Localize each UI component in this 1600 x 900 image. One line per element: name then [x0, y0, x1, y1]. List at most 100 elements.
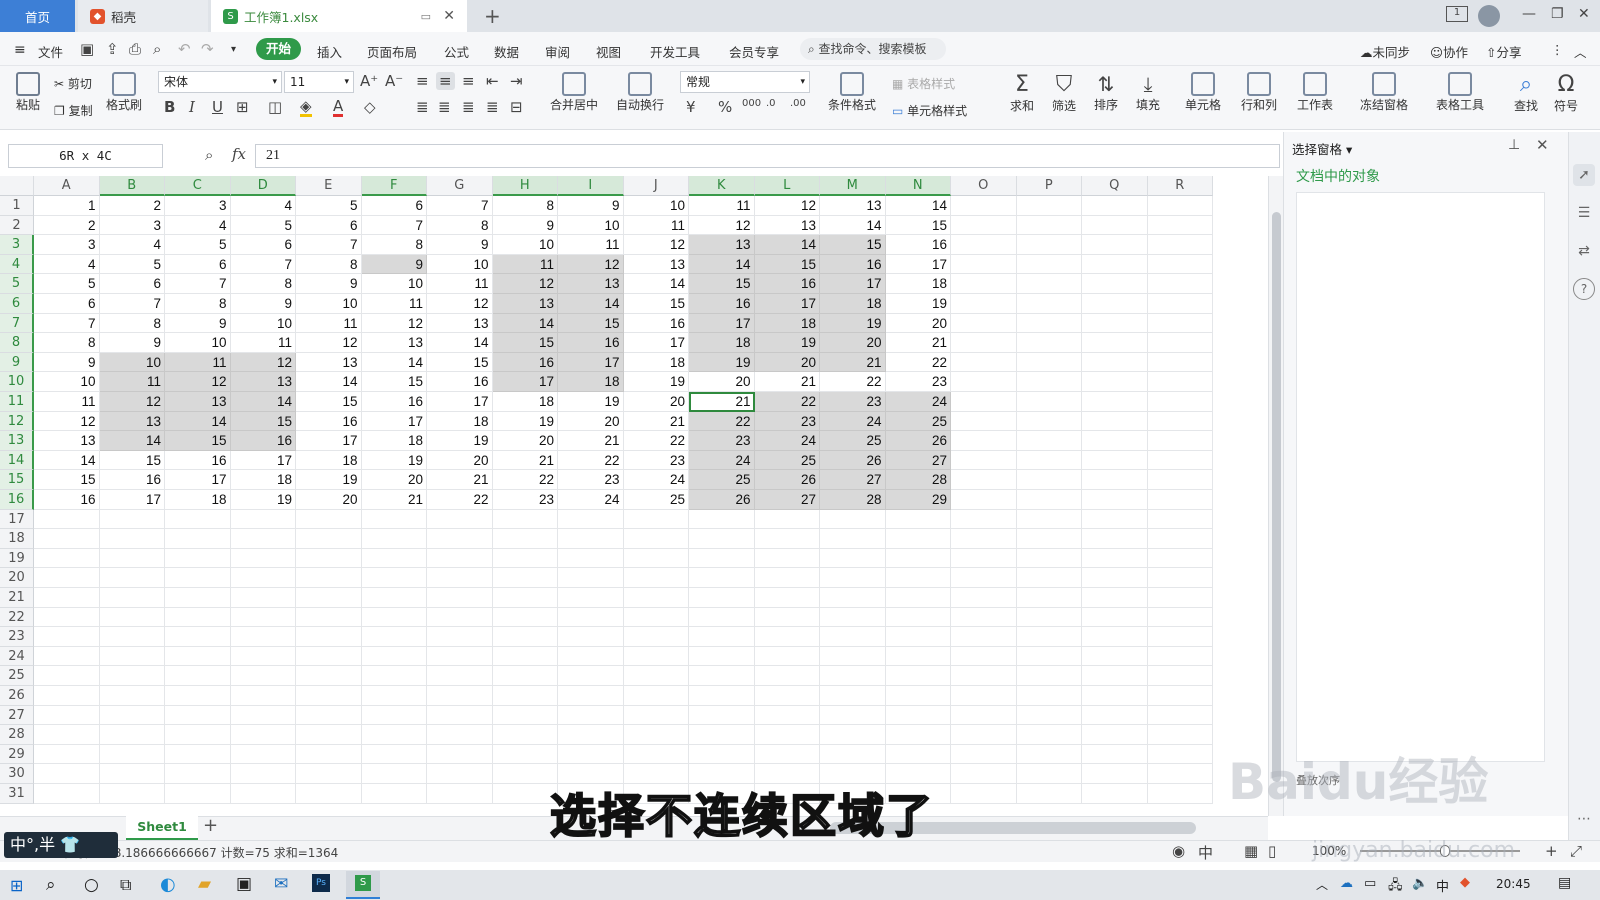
file-explorer-icon[interactable]: ▰ [198, 874, 211, 894]
cell[interactable] [296, 588, 362, 608]
cell[interactable]: 25 [885, 411, 951, 432]
cell[interactable] [1147, 470, 1213, 490]
column-header[interactable]: H [492, 176, 558, 196]
cell[interactable] [558, 548, 624, 569]
formula-input[interactable]: 21 [255, 144, 1280, 168]
minimize-icon[interactable]: — [1522, 6, 1536, 22]
cell[interactable]: 16 [623, 313, 689, 334]
cell[interactable]: 12 [99, 392, 165, 412]
cell[interactable] [754, 686, 820, 706]
align-top-icon[interactable]: ≡ [416, 72, 429, 90]
redo-icon[interactable]: ↷ [201, 40, 214, 58]
cell[interactable] [99, 627, 165, 647]
cell[interactable] [230, 705, 296, 726]
cell[interactable] [427, 646, 493, 667]
cell[interactable] [951, 333, 1017, 353]
cell[interactable]: 6 [361, 196, 427, 216]
cell[interactable]: 15 [230, 411, 296, 432]
cell[interactable] [34, 529, 100, 549]
cell[interactable]: 16 [230, 431, 296, 451]
clear-format-icon[interactable]: ◫ [268, 98, 282, 116]
cell[interactable]: 25 [754, 450, 820, 471]
menu-tab-member[interactable]: 会员专享 [729, 42, 779, 61]
notification-icon[interactable]: ▤ [1558, 875, 1571, 891]
cell[interactable]: 16 [492, 352, 558, 373]
cell[interactable]: 14 [165, 411, 231, 432]
cell[interactable]: 1 [34, 196, 100, 216]
row-header[interactable]: 23 [0, 627, 34, 647]
cell[interactable] [230, 529, 296, 549]
cell[interactable] [1016, 588, 1082, 608]
cell[interactable] [427, 529, 493, 549]
cell[interactable] [165, 568, 231, 588]
tab-daoke[interactable]: ◆ 稻壳 [78, 0, 208, 32]
cell[interactable] [1016, 568, 1082, 588]
align-bottom-icon[interactable]: ≡ [462, 72, 475, 90]
cell[interactable] [1082, 274, 1148, 294]
settings-sliders-icon[interactable]: ☰ [1573, 202, 1595, 224]
cell[interactable]: 11 [34, 392, 100, 412]
cell[interactable] [1082, 568, 1148, 588]
collab-button[interactable]: ☺协作 [1430, 42, 1468, 61]
row-header[interactable]: 31 [0, 784, 34, 804]
cell[interactable]: 8 [296, 254, 362, 275]
cell[interactable] [427, 509, 493, 530]
normal-view-icon[interactable]: ▦ [1244, 842, 1258, 860]
cell[interactable] [951, 764, 1017, 784]
cell[interactable]: 16 [558, 333, 624, 353]
cell[interactable]: 10 [165, 333, 231, 353]
cell[interactable]: 21 [754, 372, 820, 392]
cell[interactable] [427, 784, 493, 804]
cell[interactable]: 17 [623, 333, 689, 353]
freeze-panes-button[interactable]: 冻结窗格 [1354, 72, 1414, 113]
cell[interactable]: 10 [230, 313, 296, 334]
cell[interactable] [1082, 313, 1148, 334]
cell[interactable] [885, 509, 951, 530]
cell[interactable] [427, 627, 493, 647]
cell[interactable] [951, 431, 1017, 451]
cell[interactable]: 23 [820, 392, 886, 412]
cell[interactable]: 15 [361, 372, 427, 392]
cell[interactable]: 21 [427, 470, 493, 490]
conditional-format-button[interactable]: 条件格式 [824, 72, 880, 113]
cell[interactable] [951, 392, 1017, 412]
cell[interactable] [1082, 352, 1148, 373]
cell[interactable] [1016, 294, 1082, 314]
cell[interactable]: 11 [623, 215, 689, 236]
cell[interactable]: 5 [165, 235, 231, 255]
cell[interactable] [623, 607, 689, 628]
cell[interactable] [1147, 509, 1213, 530]
cell[interactable]: 20 [492, 431, 558, 451]
cell[interactable] [1147, 784, 1213, 804]
column-header[interactable]: J [623, 176, 689, 196]
cell[interactable] [427, 568, 493, 588]
cell[interactable]: 10 [99, 352, 165, 373]
cell[interactable]: 13 [558, 274, 624, 294]
cell[interactable]: 24 [820, 411, 886, 432]
cell[interactable]: 21 [492, 450, 558, 471]
cell[interactable] [165, 588, 231, 608]
justify-icon[interactable]: ≣ [486, 98, 499, 116]
column-header[interactable]: D [230, 176, 296, 196]
cell[interactable]: 24 [754, 431, 820, 451]
cell[interactable] [427, 548, 493, 569]
cell[interactable]: 14 [296, 372, 362, 392]
distributed-icon[interactable]: ⊟ [510, 98, 523, 116]
cell[interactable] [951, 568, 1017, 588]
cell[interactable] [623, 705, 689, 726]
cell[interactable] [623, 627, 689, 647]
cell[interactable]: 7 [99, 294, 165, 314]
cell[interactable]: 9 [492, 215, 558, 236]
cell[interactable] [1147, 352, 1213, 373]
cell[interactable]: 18 [492, 392, 558, 412]
cell[interactable] [99, 529, 165, 549]
cell[interactable]: 15 [558, 313, 624, 334]
cell[interactable]: 22 [558, 450, 624, 471]
cell[interactable] [230, 588, 296, 608]
cell[interactable] [492, 607, 558, 628]
cell[interactable] [165, 548, 231, 569]
cell[interactable]: 11 [427, 274, 493, 294]
cell[interactable]: 10 [34, 372, 100, 392]
cell[interactable]: 3 [165, 196, 231, 216]
cell[interactable]: 13 [296, 352, 362, 373]
